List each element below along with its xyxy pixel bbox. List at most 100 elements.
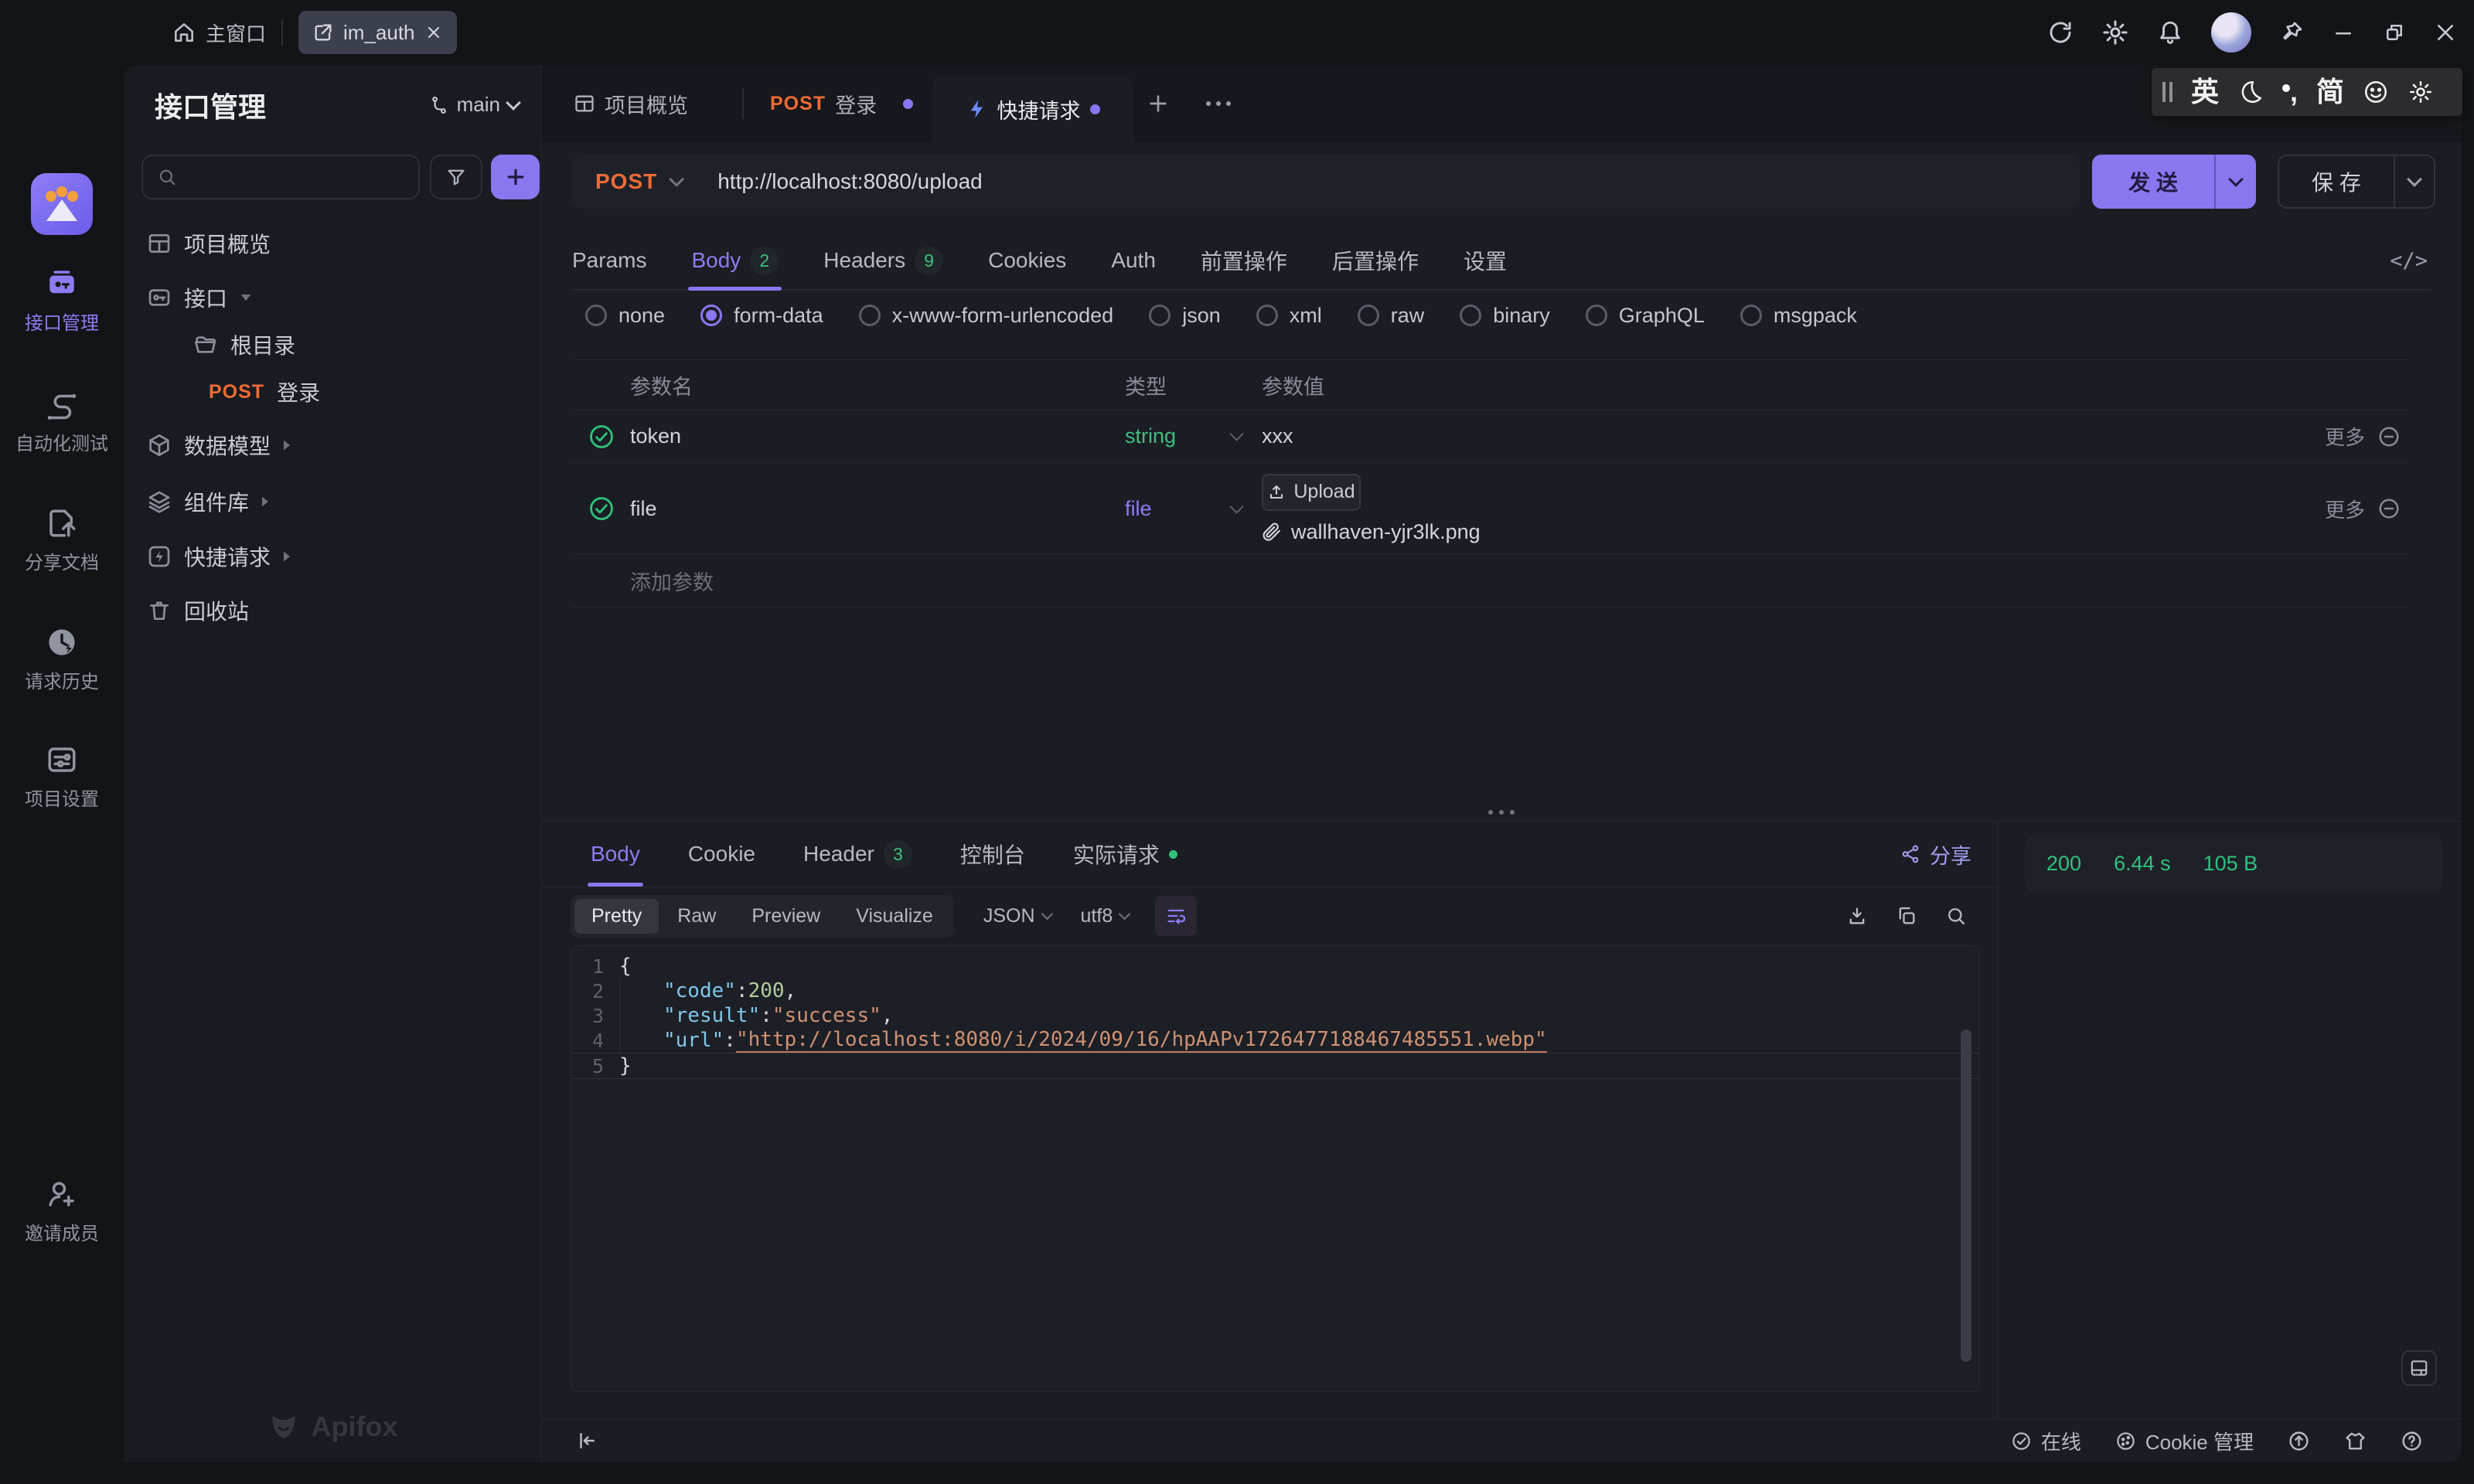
- tab-response-body[interactable]: Body: [588, 822, 643, 887]
- mode-preview[interactable]: Preview: [734, 899, 837, 934]
- help-icon[interactable]: [2401, 1430, 2423, 1452]
- pin-icon[interactable]: [2279, 20, 2304, 45]
- close-window-icon[interactable]: [2434, 21, 2457, 44]
- check-circle-icon[interactable]: [588, 495, 615, 522]
- refresh-icon[interactable]: [2047, 19, 2074, 46]
- tab-auth[interactable]: Auth: [1111, 232, 1156, 289]
- moon-icon[interactable]: [2237, 79, 2264, 105]
- more-button[interactable]: 更多: [2325, 422, 2365, 451]
- restore-icon[interactable]: [2383, 21, 2406, 44]
- search-response-icon[interactable]: [1945, 905, 1967, 927]
- radio-raw[interactable]: raw: [1357, 304, 1424, 328]
- save-options-caret[interactable]: [2395, 156, 2434, 207]
- tab-cookies[interactable]: Cookies: [988, 232, 1066, 289]
- tab-post-actions[interactable]: 后置操作: [1332, 232, 1419, 289]
- send-button[interactable]: 发 送: [2092, 155, 2256, 209]
- tab-project-overview[interactable]: 项目概览: [574, 65, 688, 142]
- tree-item-data-model[interactable]: 数据模型: [124, 424, 564, 467]
- add-button[interactable]: [491, 155, 540, 199]
- tab-body[interactable]: Body 2: [688, 232, 782, 291]
- url-bar[interactable]: POST: [572, 155, 2080, 209]
- upload-button[interactable]: Upload: [1262, 473, 1361, 511]
- radio-graphql[interactable]: GraphQL: [1585, 304, 1705, 328]
- download-icon[interactable]: [1846, 905, 1868, 927]
- param-type-select[interactable]: string: [1125, 424, 1262, 448]
- tab-settings[interactable]: 设置: [1464, 232, 1507, 289]
- minimize-icon[interactable]: [2332, 21, 2355, 44]
- mode-visualize[interactable]: Visualize: [839, 899, 950, 934]
- project-avatar[interactable]: [31, 173, 93, 235]
- remove-row-icon[interactable]: [2377, 497, 2401, 520]
- main-window-button[interactable]: 主窗口: [172, 19, 266, 47]
- expand-arrow-icon[interactable]: [240, 294, 251, 301]
- window-tab-im-auth[interactable]: im_auth: [298, 11, 457, 54]
- more-button[interactable]: 更多: [2325, 495, 2365, 523]
- rail-item-automation[interactable]: 自动化测试: [0, 388, 124, 455]
- collapse-arrow-icon[interactable]: [262, 496, 269, 507]
- new-tab-button[interactable]: [1146, 65, 1171, 142]
- response-url-link[interactable]: "http://localhost:8080/i/2024/09/16/hpAA…: [735, 1028, 1547, 1053]
- rail-item-project-settings[interactable]: 项目设置: [0, 744, 124, 811]
- ime-simplified-toggle[interactable]: 简: [2316, 78, 2344, 106]
- panel-layout-button[interactable]: [2401, 1350, 2437, 1386]
- search-box[interactable]: [141, 155, 420, 199]
- pane-splitter[interactable]: [541, 810, 2462, 815]
- tab-params[interactable]: Params: [572, 232, 646, 289]
- search-input[interactable]: [188, 164, 404, 190]
- radio-urlencoded[interactable]: x-www-form-urlencoded: [858, 304, 1113, 328]
- encoding-select[interactable]: utf8: [1081, 905, 1131, 928]
- tree-item-quick-request[interactable]: 快捷请求: [124, 535, 564, 578]
- tab-quick-request-active[interactable]: 快捷请求: [932, 76, 1133, 142]
- mode-raw[interactable]: Raw: [660, 899, 733, 934]
- check-circle-icon[interactable]: [588, 424, 615, 450]
- upgrade-icon[interactable]: [2288, 1430, 2310, 1452]
- tab-headers[interactable]: Headers 9: [823, 232, 944, 289]
- tree-item-project-overview[interactable]: 项目概览: [124, 222, 564, 265]
- radio-form-data[interactable]: form-data: [700, 304, 823, 328]
- attached-file[interactable]: wallhaven-yjr3lk.png: [1262, 520, 2286, 544]
- tree-item-component-lib[interactable]: 组件库: [124, 480, 564, 523]
- mode-pretty[interactable]: Pretty: [574, 898, 659, 934]
- cookie-manager-button[interactable]: Cookie 管理: [2115, 1427, 2254, 1455]
- save-button[interactable]: 保 存: [2278, 155, 2435, 209]
- collapse-arrow-icon[interactable]: [284, 551, 291, 562]
- tab-response-header[interactable]: Header 3: [803, 822, 912, 887]
- ime-drag-handle[interactable]: [2162, 82, 2172, 102]
- filter-button[interactable]: [430, 155, 482, 199]
- radio-msgpack[interactable]: msgpack: [1740, 304, 1857, 328]
- close-icon[interactable]: [424, 23, 443, 42]
- word-wrap-button[interactable]: [1155, 896, 1198, 936]
- param-value-cell[interactable]: xxx: [1262, 424, 2286, 448]
- tab-console[interactable]: 控制台: [960, 822, 1025, 887]
- tree-item-root-folder[interactable]: 根目录: [124, 323, 610, 366]
- param-name-cell[interactable]: file: [630, 497, 1125, 521]
- format-select[interactable]: JSON: [983, 905, 1053, 928]
- param-name-cell[interactable]: token: [630, 424, 1125, 448]
- radio-none[interactable]: none: [585, 304, 665, 328]
- url-input[interactable]: [716, 168, 2057, 195]
- bell-icon[interactable]: [2157, 19, 2183, 46]
- remove-row-icon[interactable]: [2377, 425, 2401, 448]
- rail-item-share-docs[interactable]: 分享文档: [0, 507, 124, 574]
- tab-pre-actions[interactable]: 前置操作: [1201, 232, 1287, 289]
- collapse-sidebar-button[interactable]: [575, 1419, 598, 1462]
- ime-settings-icon[interactable]: [2408, 79, 2434, 105]
- share-button[interactable]: 分享: [1900, 822, 1971, 887]
- response-body-editor[interactable]: 1 { 2 "code": 200, 3 "result": "success"…: [571, 945, 1980, 1392]
- code-view-toggle[interactable]: </>: [2390, 232, 2428, 289]
- ime-punctuation-toggle[interactable]: ,: [2282, 77, 2298, 105]
- send-options-caret[interactable]: [2216, 155, 2256, 209]
- collapse-arrow-icon[interactable]: [284, 440, 291, 451]
- add-param-row[interactable]: 添加参数: [572, 555, 2410, 608]
- online-status[interactable]: 在线: [2011, 1427, 2081, 1455]
- user-avatar[interactable]: [2211, 12, 2251, 53]
- tab-overflow-button[interactable]: [1206, 65, 1231, 142]
- theme-icon[interactable]: [2344, 1430, 2367, 1452]
- method-select[interactable]: POST: [595, 169, 657, 194]
- tab-response-cookie[interactable]: Cookie: [688, 822, 755, 887]
- tab-actual-request[interactable]: 实际请求: [1073, 822, 1177, 887]
- param-type-select[interactable]: file: [1125, 497, 1262, 521]
- emoji-icon[interactable]: [2363, 79, 2389, 105]
- rail-item-invite-members[interactable]: 邀请成员: [0, 1178, 124, 1245]
- radio-xml[interactable]: xml: [1256, 304, 1322, 328]
